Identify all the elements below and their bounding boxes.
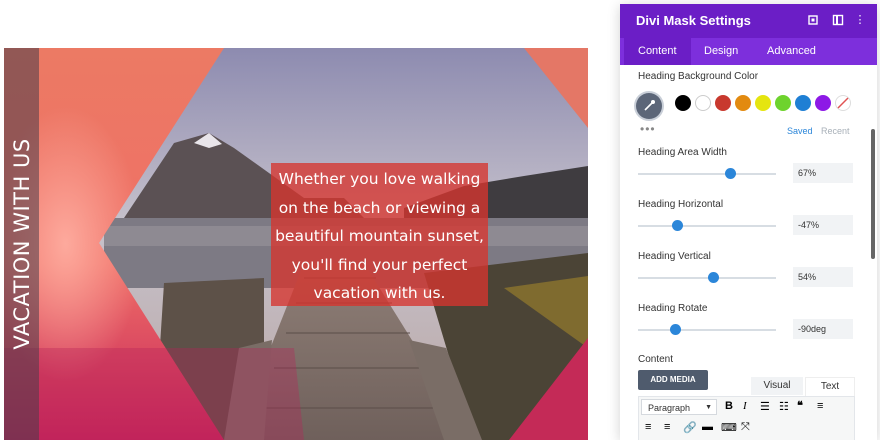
text-editor-tab[interactable]: Text (805, 377, 855, 396)
swatch-white[interactable] (695, 95, 711, 111)
vertical-heading-bar: VACATION WITH US (4, 48, 39, 440)
editor-toolbar: Paragraph ▼ B I ☰ ☷ ❝ ≡ ≡ ≡ 🔗 ▬ ⌨ ⤧ (638, 396, 855, 440)
swatch-purple[interactable] (815, 95, 831, 111)
bullet-list-icon[interactable]: ☰ (760, 400, 770, 413)
swatch-blue[interactable] (795, 95, 811, 111)
vertical-heading-text: VACATION WITH US (9, 138, 34, 350)
quote-text-box: Whether you love walking on the beach or… (271, 163, 488, 306)
swatch-yellow[interactable] (755, 95, 771, 111)
heading-vertical-label: Heading Vertical (638, 251, 711, 262)
align-center-icon[interactable]: ≡ (645, 421, 651, 433)
more-colors-icon[interactable]: ••• (640, 122, 656, 136)
panel-header: Divi Mask Settings ⋮ (620, 4, 877, 38)
no-color-icon[interactable] (835, 95, 851, 111)
chevron-down-icon: ▼ (705, 404, 712, 411)
heading-area-width-slider[interactable] (638, 168, 776, 179)
settings-panel: Divi Mask Settings ⋮ Content Design Adva… (620, 4, 877, 440)
italic-icon[interactable]: I (743, 400, 747, 412)
heading-horizontal-input[interactable]: -47% (793, 215, 853, 235)
saved-colors-tab[interactable]: Saved (787, 126, 813, 136)
sidebar-toggle-icon[interactable] (832, 14, 844, 26)
heading-horizontal-label: Heading Horizontal (638, 199, 724, 210)
slider-handle[interactable] (669, 324, 681, 335)
panel-body: Heading Background Color ••• Saved Recen… (620, 65, 869, 440)
horizontal-rule-icon[interactable]: ▬ (702, 421, 713, 433)
heading-area-width-input[interactable]: 67% (793, 163, 853, 183)
fullscreen-icon[interactable]: ⤧ (741, 421, 750, 434)
quote-text: Whether you love walking on the beach or… (275, 170, 484, 302)
panel-tabs: Content Design Advanced (620, 38, 877, 65)
tab-design[interactable]: Design (690, 38, 752, 65)
add-media-button[interactable]: ADD MEDIA (638, 370, 708, 390)
recent-colors-tab[interactable]: Recent (821, 126, 850, 136)
heading-vertical-slider[interactable] (638, 272, 776, 283)
paragraph-format-select[interactable]: Paragraph ▼ (641, 399, 717, 415)
scrollbar-thumb[interactable] (871, 129, 875, 259)
slider-handle[interactable] (672, 220, 684, 231)
panel-title: Divi Mask Settings (636, 13, 751, 28)
slider-handle[interactable] (707, 272, 719, 283)
keyboard-icon[interactable]: ⌨ (721, 421, 737, 434)
align-left-icon[interactable]: ≡ (817, 400, 823, 412)
swatch-orange[interactable] (735, 95, 751, 111)
eyedropper-button[interactable] (636, 93, 662, 119)
eyedropper-icon (644, 100, 655, 111)
swatch-green[interactable] (775, 95, 791, 111)
link-icon[interactable]: 🔗 (683, 421, 697, 434)
heading-rotate-label: Heading Rotate (638, 303, 708, 314)
content-label: Content (638, 354, 674, 365)
expand-icon[interactable] (807, 14, 819, 26)
heading-vertical-input[interactable]: 54% (793, 267, 853, 287)
slider-handle[interactable] (725, 168, 737, 179)
panel-scrollbar[interactable] (869, 65, 877, 440)
more-vertical-icon[interactable]: ⋮ (854, 14, 866, 26)
swatch-black[interactable] (675, 95, 691, 111)
numbered-list-icon[interactable]: ☷ (779, 400, 789, 413)
tab-advanced[interactable]: Advanced (753, 38, 830, 65)
visual-editor-tab[interactable]: Visual (751, 377, 803, 395)
heading-area-width-label: Heading Area Width (638, 147, 727, 158)
bold-icon[interactable]: B (725, 400, 733, 412)
swatch-red[interactable] (715, 95, 731, 111)
heading-bg-color-label: Heading Background Color (638, 71, 759, 82)
paragraph-select-value: Paragraph (648, 403, 691, 413)
blockquote-icon[interactable]: ❝ (797, 399, 803, 412)
heading-rotate-slider[interactable] (638, 324, 776, 335)
heading-horizontal-slider[interactable] (638, 220, 776, 231)
tab-content[interactable]: Content (624, 38, 691, 65)
heading-rotate-input[interactable]: -90deg (793, 319, 853, 339)
align-right-icon[interactable]: ≡ (664, 421, 670, 433)
